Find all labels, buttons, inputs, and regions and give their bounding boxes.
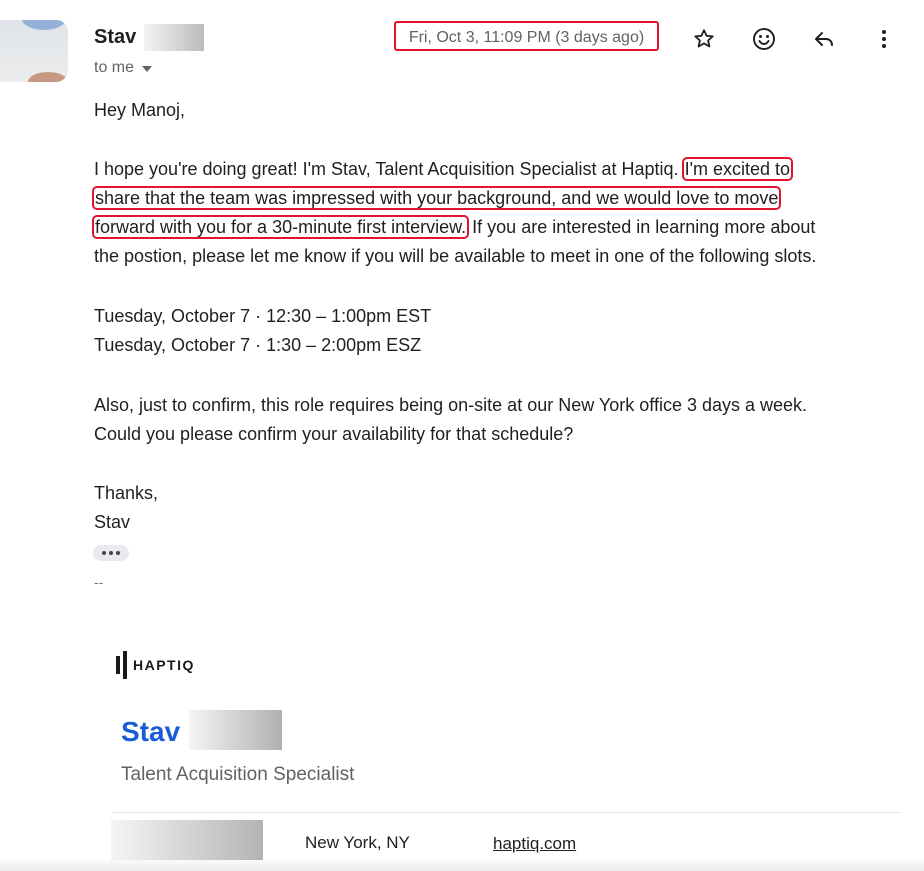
more-options-button[interactable] bbox=[866, 22, 902, 56]
signature-name: Stav bbox=[121, 716, 181, 747]
signature-website-link[interactable]: haptiq.com bbox=[493, 834, 576, 854]
recipient-details-toggle[interactable]: to me bbox=[94, 59, 153, 77]
dot bbox=[102, 551, 106, 555]
emoji-reaction-button[interactable] bbox=[746, 22, 782, 56]
closing-name: Stav bbox=[94, 512, 131, 532]
highlighted-text: forward with you for a 30-minute first i… bbox=[91, 215, 470, 239]
paragraph-1-line-1: I hope you're doing great! I'm Stav, Tal… bbox=[94, 157, 794, 181]
closing: Thanks, bbox=[94, 483, 159, 503]
paragraph-1-text: If you are interested in learning more a… bbox=[472, 217, 816, 237]
paragraph-1-line-3: forward with you for a 30-minute first i… bbox=[91, 215, 816, 239]
divider bbox=[112, 812, 902, 813]
sender-name[interactable]: Stav bbox=[94, 26, 136, 49]
chevron-down-icon[interactable] bbox=[142, 66, 153, 72]
more-vert-icon bbox=[882, 30, 886, 48]
bottom-edge bbox=[0, 860, 924, 871]
redacted-surname bbox=[189, 710, 282, 750]
interview-slot-1: Tuesday, October 7 · 12:30 – 1:00pm EST bbox=[94, 306, 432, 326]
recipient-label: to me bbox=[94, 59, 135, 76]
show-trimmed-content-button[interactable] bbox=[93, 545, 129, 561]
greeting: Hey Manoj, bbox=[94, 100, 186, 120]
dot bbox=[109, 551, 113, 555]
paragraph-1-line-4: the postion, please let me know if you w… bbox=[94, 246, 817, 266]
reply-button[interactable] bbox=[806, 22, 842, 56]
email-date: Fri, Oct 3, 11:09 PM (3 days ago) bbox=[394, 21, 659, 51]
redacted-contact bbox=[111, 820, 263, 860]
signature-title: Talent Acquisition Specialist bbox=[121, 764, 355, 785]
logo-mark-icon bbox=[116, 651, 127, 679]
reply-icon bbox=[815, 32, 833, 46]
paragraph-3-line-2: Could you please confirm your availabili… bbox=[94, 424, 574, 444]
company-logo: HAPTIQ bbox=[116, 651, 195, 679]
highlighted-text: share that the team was impressed with y… bbox=[91, 186, 782, 210]
avatar[interactable] bbox=[0, 20, 68, 82]
signature-location: New York, NY bbox=[305, 833, 410, 852]
emoji-icon bbox=[753, 28, 775, 50]
redacted-surname bbox=[144, 24, 204, 51]
star-button[interactable] bbox=[686, 22, 722, 56]
paragraph-1-line-2: share that the team was impressed with y… bbox=[91, 186, 782, 210]
paragraph-3-line-1: Also, just to confirm, this role require… bbox=[94, 395, 808, 415]
interview-slot-2: Tuesday, October 7 · 1:30 – 2:00pm ESZ bbox=[94, 335, 422, 355]
dot bbox=[116, 551, 120, 555]
star-icon bbox=[694, 29, 714, 48]
highlighted-text: I'm excited to bbox=[681, 157, 794, 181]
paragraph-1-text: I hope you're doing great! I'm Stav, Tal… bbox=[94, 159, 679, 179]
logo-text: HAPTIQ bbox=[133, 657, 195, 673]
signature-separator: -- bbox=[94, 574, 104, 590]
